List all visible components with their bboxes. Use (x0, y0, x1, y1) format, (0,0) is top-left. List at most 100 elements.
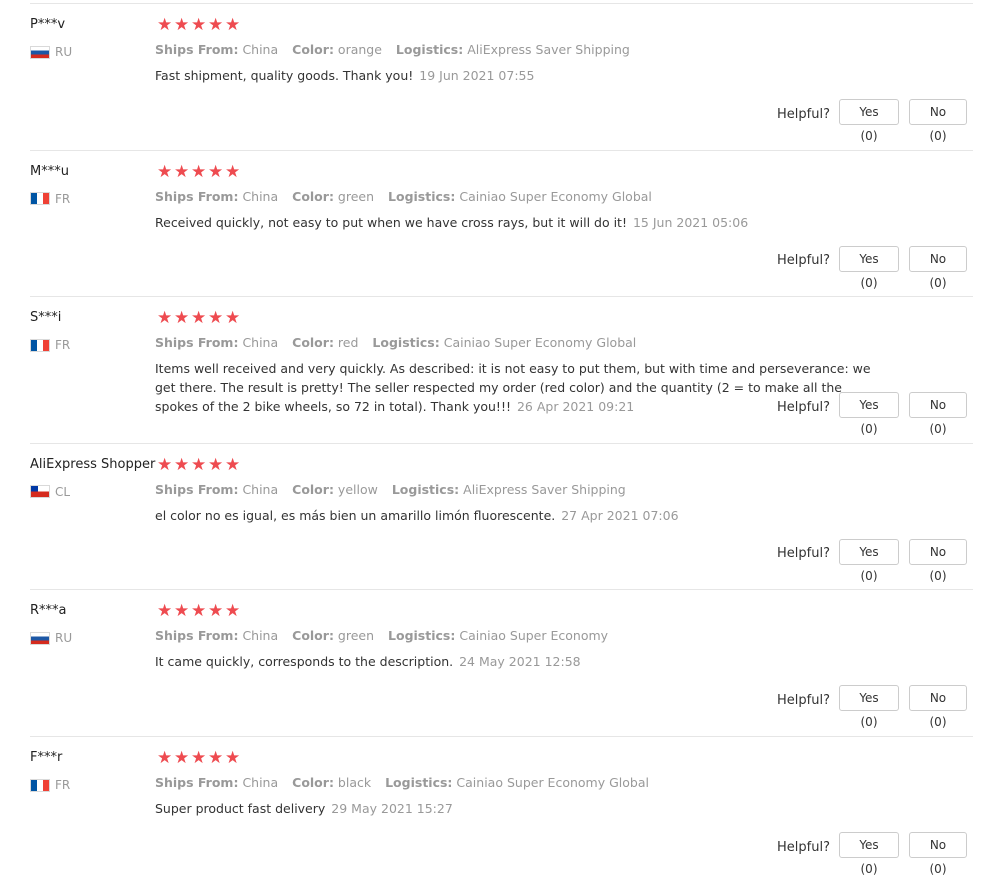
review-date: 26 Apr 2021 09:21 (516, 399, 635, 415)
review-text: el color no es igual, es más bien un ama… (155, 506, 875, 525)
reviewer-name: P***v (30, 17, 66, 32)
country-code: FR (55, 338, 71, 353)
reviewer-name: F***r (30, 750, 63, 765)
review-text: Items well received and very quickly. As… (155, 359, 875, 416)
star-icon: ★ (157, 748, 173, 768)
reviewer-country: RU (30, 44, 72, 60)
review-text: Super product fast delivery 29 May 2021 1… (155, 799, 875, 818)
helpful-vote: Helpful? Yes (0) No (0) (777, 832, 967, 876)
star-icon: ★ (225, 454, 241, 475)
star-icon: ★ (157, 308, 173, 329)
review-date: 27 Apr 2021 07:06 (561, 507, 679, 523)
star-icon: ★ (191, 748, 207, 768)
review-body: Fast shipment, quality goods. Thank you! (155, 68, 414, 83)
helpful-vote: Helpful? Yes (0) No (0) (777, 538, 967, 583)
helpful-no-button[interactable]: No (0) (909, 99, 967, 143)
star-icon: ★ (174, 15, 190, 35)
country-code: CL (55, 484, 71, 499)
star-icon: ★ (225, 308, 241, 329)
star-icon: ★ (225, 161, 241, 182)
order-info: Ships From: China Color: green Logistics… (155, 628, 618, 643)
star-icon: ★ (191, 15, 207, 35)
review-date: 19 Jun 2021 07:55 (419, 68, 535, 83)
color-label: Color: (292, 775, 334, 790)
color-label: Color: (292, 335, 334, 351)
helpful-yes-button[interactable]: Yes (0) (839, 99, 899, 143)
logistics-value: Cainiao Super Economy (459, 628, 609, 644)
helpful-label: Helpful? (777, 253, 830, 269)
helpful-yes-button[interactable]: Yes (0) (839, 245, 899, 290)
logistics-label: Logistics: (385, 775, 453, 790)
color-label: Color: (292, 42, 334, 57)
feedback-list: P***v RU ★ ★ ★ ★ ★ Ships From: China Color: … (0, 0, 1000, 888)
helpful-no-button[interactable]: No (0) (909, 245, 967, 290)
color-value: red (337, 335, 359, 351)
star-icon: ★ (191, 161, 207, 182)
country-flag-icon (30, 338, 50, 352)
helpful-no-button[interactable]: No (0) (909, 685, 967, 729)
reviewer-name: M***u (30, 163, 69, 179)
helpful-label: Helpful? (777, 546, 830, 562)
review-text: Fast shipment, quality goods. Thank you!… (155, 66, 875, 85)
helpful-label: Helpful? (777, 399, 830, 415)
color-label: Color: (292, 628, 334, 644)
reviewer-country: CL (30, 484, 70, 500)
country-flag-icon (30, 45, 50, 59)
helpful-no-button[interactable]: No (0) (909, 832, 967, 876)
star-icon: ★ (208, 308, 224, 329)
helpful-yes-button[interactable]: Yes (0) (839, 538, 899, 583)
review-body: Received quickly, not easy to put when w… (155, 214, 627, 230)
helpful-no-button[interactable]: No (0) (909, 538, 967, 583)
helpful-vote: Helpful? Yes (0) No (0) (777, 685, 967, 729)
logistics-label: Logistics: (391, 481, 460, 497)
review-body: el color no es igual, es más bien un ama… (155, 507, 556, 523)
review-item: F***r FR ★ ★ ★ ★ ★ Ships From: China Color: … (30, 736, 973, 883)
reviewer-country: FR (30, 337, 70, 353)
ships-from-value: China (242, 775, 279, 790)
review-item: P***v RU ★ ★ ★ ★ ★ Ships From: China Color: … (30, 3, 973, 150)
logistics-label: Logistics: (388, 188, 456, 204)
ships-from-label: Ships From: (155, 188, 239, 204)
reviewer-name: R***a (30, 603, 67, 619)
ships-from-value: China (242, 42, 279, 57)
color-value: green (337, 628, 375, 644)
helpful-vote: Helpful? Yes (0) No (0) (777, 392, 967, 436)
order-info: Ships From: China Color: green Logistics… (155, 189, 662, 204)
review-body: Super product fast delivery (155, 801, 326, 816)
helpful-label: Helpful? (777, 839, 830, 855)
ships-from-value: China (242, 628, 279, 644)
logistics-value: Cainiao Super Economy Global (459, 188, 652, 204)
country-flag-icon (30, 192, 50, 206)
color-value: yellow (337, 481, 378, 497)
helpful-yes-button[interactable]: Yes (0) (839, 685, 899, 729)
review-date: 24 May 2021 12:58 (459, 654, 581, 670)
order-info: Ships From: China Color: yellow Logistic… (155, 482, 636, 497)
helpful-label: Helpful? (777, 106, 830, 122)
logistics-value: AliExpress Saver Shipping (467, 42, 630, 57)
color-label: Color: (292, 481, 334, 497)
helpful-no-button[interactable]: No (0) (909, 392, 967, 436)
color-value: green (337, 188, 375, 204)
logistics-label: Logistics: (388, 628, 456, 644)
review-item: S***i FR ★ ★ ★ ★ ★ Ships From: China Color: … (30, 296, 973, 443)
star-icon: ★ (157, 601, 173, 622)
star-rating: ★ ★ ★ ★ ★ (157, 16, 242, 34)
star-icon: ★ (191, 454, 207, 475)
review-text: It came quickly, corresponds to the desc… (155, 652, 875, 671)
color-label: Color: (292, 188, 334, 204)
helpful-yes-button[interactable]: Yes (0) (839, 392, 899, 436)
star-rating: ★ ★ ★ ★ ★ (157, 163, 242, 181)
logistics-value: Cainiao Super Economy Global (456, 775, 649, 790)
star-icon: ★ (208, 15, 224, 35)
helpful-yes-button[interactable]: Yes (0) (839, 832, 899, 876)
star-icon: ★ (157, 161, 173, 182)
star-icon: ★ (174, 308, 190, 329)
order-info: Ships From: China Color: orange Logistic… (155, 42, 640, 57)
order-info: Ships From: China Color: red Logistics: … (155, 335, 646, 350)
review-text: Received quickly, not easy to put when w… (155, 213, 875, 232)
star-icon: ★ (225, 601, 241, 622)
helpful-vote: Helpful? Yes (0) No (0) (777, 245, 967, 290)
country-code: RU (55, 631, 73, 646)
ships-from-label: Ships From: (155, 775, 239, 790)
logistics-label: Logistics: (395, 42, 464, 57)
